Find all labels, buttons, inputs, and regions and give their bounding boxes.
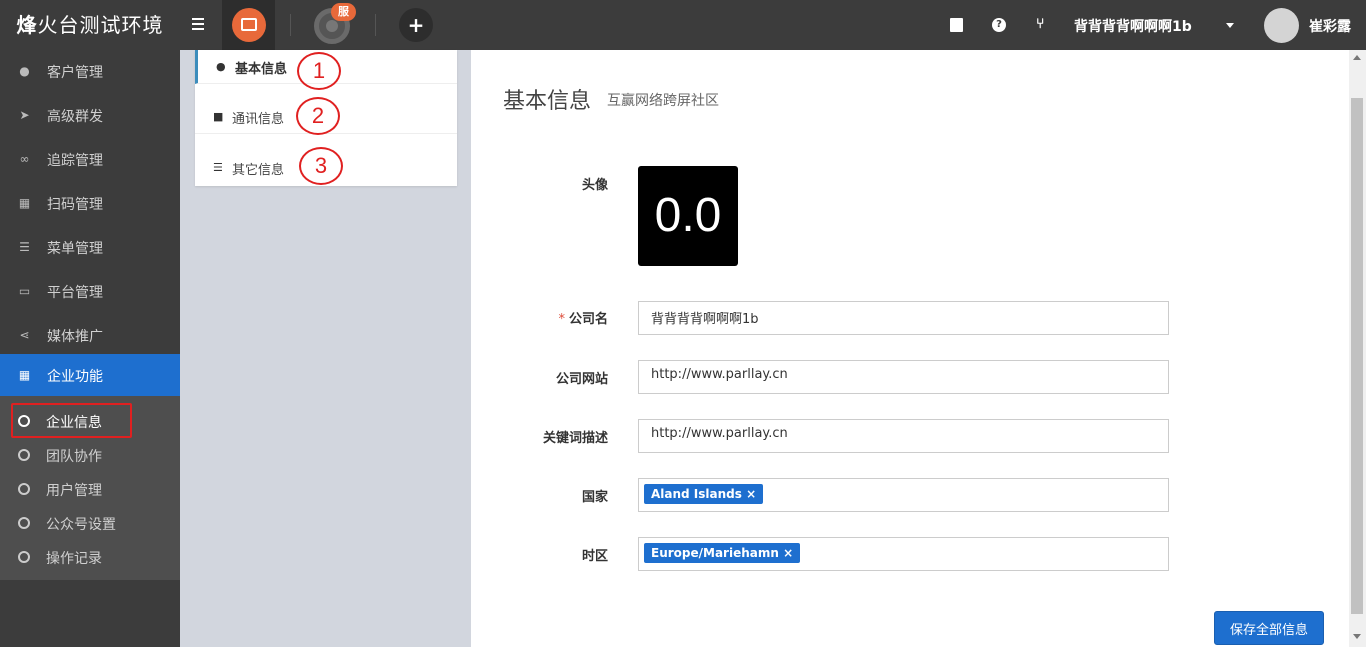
sidebar-item-label: 扫码管理 (47, 197, 103, 213)
chevron-down-icon[interactable] (1226, 23, 1234, 28)
sidebar-item-label: 媒体推广 (47, 329, 103, 345)
tab-label: 其它信息 (232, 163, 285, 178)
sidebar-item-label: 平台管理 (47, 285, 103, 301)
country-label: 国家 (581, 490, 608, 505)
menu-icon[interactable] (192, 15, 210, 35)
submenu-item-logs[interactable]: 操作记录 (0, 540, 180, 574)
sidebar-item-label: 菜单管理 (47, 241, 103, 257)
fork-icon[interactable]: ⑂ (1036, 16, 1044, 32)
submenu-item-official-account[interactable]: 公众号设置 (0, 506, 180, 540)
company-avatar[interactable]: 0.0 (638, 166, 738, 266)
timezone-select[interactable]: Europe/Mariehamn × (638, 537, 1169, 571)
app-switch-active[interactable] (222, 0, 275, 50)
sidebar-item-enterprise[interactable]: ▦ 企业功能 (0, 354, 180, 398)
company-name-field[interactable]: 背背背背啊啊啊1b (638, 301, 1169, 335)
sidebar-item-label: 企业功能 (47, 369, 103, 385)
timezone-tag[interactable]: Europe/Mariehamn × (644, 543, 801, 563)
user-name[interactable]: 崔彩露 (1309, 16, 1351, 36)
sidebar-item-label: 追踪管理 (47, 153, 103, 169)
sidebar-item-qrcode[interactable]: ▦ 扫码管理 (0, 182, 180, 226)
field-label-text: 公司名 (568, 312, 608, 327)
submenu-item-label: 公众号设置 (46, 517, 116, 533)
annotation-number: 2 (296, 97, 340, 135)
country-select[interactable]: Aland Islands × (638, 478, 1169, 512)
circle-icon (18, 449, 30, 461)
sidebar-item-tracking[interactable]: ∞ 追踪管理 (0, 138, 180, 182)
highlight-annotation (11, 403, 132, 438)
sidebar-item-label: 客户管理 (47, 65, 103, 81)
sidebar-item-label: 高级群发 (47, 109, 103, 125)
circle-icon (18, 517, 30, 529)
circle-icon (18, 551, 30, 563)
qrcode-icon: ▦ (18, 196, 31, 210)
scroll-up-icon[interactable] (1353, 55, 1361, 60)
sidebar-item-mass-send[interactable]: ➤ 高级群发 (0, 94, 180, 138)
submenu-item-label: 操作记录 (46, 551, 102, 567)
divider (290, 14, 291, 36)
tab-label: 通讯信息 (232, 112, 285, 127)
website-field[interactable]: http://www.parllay.cn (638, 360, 1169, 394)
keywords-label: 关键词描述 (542, 431, 608, 446)
user-icon: ● (216, 60, 226, 73)
top-navbar: 烽火台测试环境 服 + ? ⑂ 背背背背啊啊啊1b 崔彩露 (0, 0, 1366, 50)
brand-first-char: 烽 (16, 13, 38, 37)
list-icon: ☰ (19, 240, 30, 254)
keywords-field[interactable]: http://www.parllay.cn (638, 419, 1169, 453)
user-icon: ● (19, 64, 30, 78)
website-label: 公司网站 (555, 372, 608, 387)
paper-plane-icon: ➤ (19, 108, 30, 122)
company-name-label: * 公司名 (488, 308, 608, 327)
scroll-down-icon[interactable] (1353, 634, 1361, 639)
save-all-button[interactable]: 保存全部信息 (1214, 611, 1324, 645)
brand-rest: 火台测试环境 (37, 13, 164, 37)
divider (375, 14, 376, 36)
country-tag[interactable]: Aland Islands × (644, 484, 764, 504)
plus-icon[interactable]: + (399, 8, 433, 42)
page-title: 基本信息 (503, 89, 592, 114)
sidebar-item-menu[interactable]: ☰ 菜单管理 (0, 226, 180, 270)
lock-icon: ■ (213, 110, 224, 123)
desktop-icon: ▭ (18, 284, 31, 298)
book-icon[interactable] (950, 18, 963, 32)
avatar[interactable] (1264, 8, 1299, 43)
grid-icon: ▦ (18, 368, 31, 382)
service-badge: 服 (331, 3, 356, 21)
sidebar-item-platform[interactable]: ▭ 平台管理 (0, 270, 180, 314)
submenu-item-label: 团队协作 (46, 449, 102, 465)
submenu-item-users[interactable]: 用户管理 (0, 472, 180, 506)
scrollbar-thumb[interactable] (1351, 98, 1363, 614)
link-icon: ∞ (19, 152, 30, 166)
help-icon[interactable]: ? (992, 18, 1006, 32)
sidebar-item-media[interactable]: ⋖ 媒体推广 (0, 314, 180, 358)
sidebar-item-customers[interactable]: ● 客户管理 (0, 50, 180, 94)
list-icon: ☰ (213, 161, 223, 174)
required-mark: * (558, 312, 565, 327)
tab-label: 基本信息 (235, 62, 288, 77)
company-switcher[interactable]: 背背背背啊啊啊1b (1074, 16, 1192, 36)
share-icon: ⋖ (19, 328, 30, 342)
annotation-number: 3 (299, 147, 343, 185)
timezone-label: 时区 (581, 549, 608, 564)
annotation-number: 1 (297, 52, 341, 90)
sidebar: ● 客户管理 ➤ 高级群发 ∞ 追踪管理 ▦ 扫码管理 ☰ 菜单管理 ▭ 平台管理 ⋖ 媒体推… (0, 50, 180, 647)
submenu-item-team[interactable]: 团队协作 (0, 438, 180, 472)
avatar-label: 头像 (581, 178, 608, 193)
brand-logo[interactable]: 烽火台测试环境 (0, 0, 180, 50)
scrollbar[interactable] (1349, 50, 1366, 647)
circle-icon (18, 483, 30, 495)
page-subtitle: 互赢网络跨屏社区 (607, 93, 719, 109)
app-icon (232, 8, 266, 42)
submenu-item-label: 用户管理 (46, 483, 102, 499)
